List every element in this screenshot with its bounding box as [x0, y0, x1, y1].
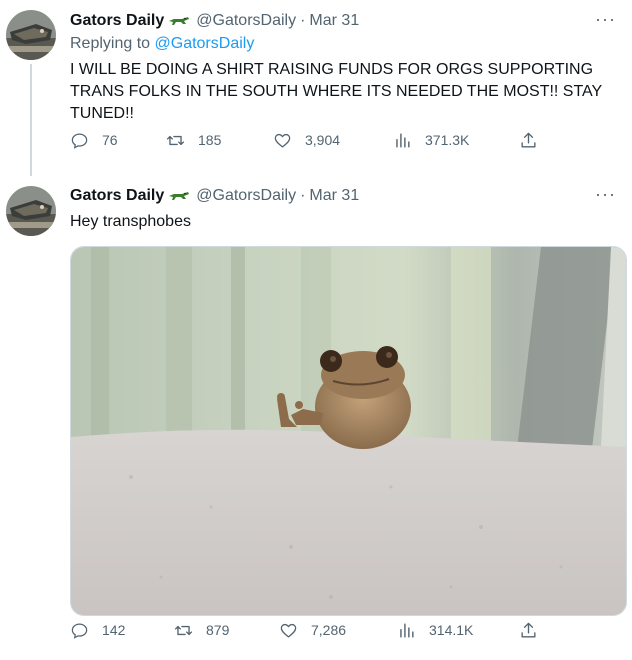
reply-button[interactable]: 76	[70, 130, 118, 150]
views-count: 314.1K	[429, 622, 474, 638]
reply-button[interactable]: 142	[70, 620, 125, 640]
replying-to-link[interactable]: @GatorsDaily	[155, 35, 255, 52]
share-icon	[521, 132, 536, 148]
tweet-body: Gators Daily @GatorsDaily · Mar 31 ··· H…	[70, 185, 622, 233]
views-count: 371.3K	[425, 132, 470, 148]
retweet-button[interactable]: 879	[174, 620, 229, 640]
tweet-text: Hey transphobes	[70, 213, 191, 230]
share-button[interactable]	[519, 620, 551, 640]
retweet-button[interactable]: 185	[166, 130, 221, 150]
views-icon	[396, 132, 410, 148]
tweet-date[interactable]: Mar 31	[309, 12, 359, 30]
replying-prefix: Replying to	[70, 35, 155, 52]
tweet-header: Gators Daily @GatorsDaily · Mar 31 ···	[70, 10, 622, 32]
gator-emoji-icon	[168, 189, 190, 203]
share-icon	[521, 622, 536, 638]
thread-line	[30, 64, 32, 176]
reply-icon	[71, 133, 88, 149]
like-count: 7,286	[311, 622, 347, 638]
like-icon	[280, 623, 297, 637]
more-icon[interactable]: ···	[595, 10, 616, 28]
tweet[interactable]: Gators Daily @GatorsDaily · Mar 31 ··· R…	[0, 0, 632, 176]
author-handle[interactable]: @GatorsDaily	[196, 187, 296, 205]
retweet-count: 879	[206, 622, 230, 638]
like-icon	[274, 133, 291, 147]
tweet-date[interactable]: Mar 31	[309, 187, 359, 205]
more-icon[interactable]: ···	[595, 185, 616, 203]
retweet-count: 185	[198, 132, 222, 148]
tweet-body: Gators Daily @GatorsDaily · Mar 31 ··· R…	[70, 10, 622, 125]
views-button[interactable]: 314.1K	[397, 620, 473, 640]
reply-count: 142	[102, 622, 126, 638]
replying-to: Replying to @GatorsDaily	[70, 35, 622, 57]
tweet-photo-frog[interactable]	[70, 246, 627, 616]
reply-icon	[71, 623, 88, 639]
views-icon	[400, 622, 414, 638]
retweet-icon	[174, 625, 193, 635]
avatar[interactable]	[6, 186, 56, 236]
author-handle[interactable]: @GatorsDaily	[196, 12, 296, 30]
views-button[interactable]: 371.3K	[393, 130, 469, 150]
tweet-header: Gators Daily @GatorsDaily · Mar 31 ···	[70, 185, 622, 207]
separator: ·	[300, 12, 306, 29]
avatar[interactable]	[6, 10, 56, 60]
tweet-text: I WILL BE DOING A SHIRT RAISING FUNDS FO…	[70, 61, 602, 122]
reply-count: 76	[102, 132, 118, 148]
gator-emoji-icon	[168, 14, 190, 28]
like-button[interactable]: 7,286	[279, 620, 346, 640]
retweet-icon	[166, 135, 185, 145]
author-name[interactable]: Gators Daily	[70, 12, 164, 30]
author-name[interactable]: Gators Daily	[70, 187, 164, 205]
separator: ·	[300, 187, 306, 204]
like-count: 3,904	[305, 132, 341, 148]
like-button[interactable]: 3,904	[273, 130, 340, 150]
tweet[interactable]: Gators Daily @GatorsDaily · Mar 31 ··· H…	[0, 172, 632, 660]
share-button[interactable]	[519, 130, 551, 150]
